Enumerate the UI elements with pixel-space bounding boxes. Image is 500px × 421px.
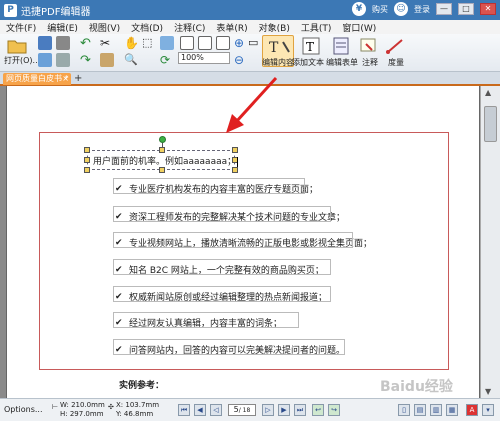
annotation-arrow-icon	[226, 76, 278, 133]
back-icon[interactable]: ↩	[312, 404, 324, 416]
y-readout: Y: 46.8mm	[116, 410, 154, 418]
height-readout: H: 297.0mm	[60, 410, 104, 418]
cursor-position-icon: ✣	[108, 403, 114, 411]
facing-view-icon[interactable]: ▥	[430, 404, 442, 416]
last-page-icon[interactable]: ⏭	[294, 404, 306, 416]
next-view-icon[interactable]: ▷	[262, 404, 274, 416]
page-total: / 18	[238, 407, 251, 414]
prev-page-icon[interactable]: ◀	[194, 404, 206, 416]
prev-view-icon[interactable]: ◁	[210, 404, 222, 416]
facing-continuous-view-icon[interactable]: ▦	[446, 404, 458, 416]
forward-icon[interactable]: ↪	[328, 404, 340, 416]
single-page-view-icon[interactable]: ▯	[398, 404, 410, 416]
width-readout: W: 210.0mm	[60, 401, 105, 409]
continuous-view-icon[interactable]: ▤	[414, 404, 426, 416]
x-readout: X: 103.7mm	[116, 401, 160, 409]
first-page-icon[interactable]: ⏮	[178, 404, 190, 416]
pdf-icon[interactable]: A	[466, 404, 478, 416]
zoom-dropdown-icon[interactable]: ▾	[482, 404, 494, 416]
page-number-input[interactable]: 5/ 18	[228, 404, 256, 416]
next-page-icon[interactable]: ▶	[278, 404, 290, 416]
watermark: Baidu经验	[380, 379, 453, 395]
ruler-icon: ⊢	[52, 403, 59, 411]
options-button[interactable]: Options...	[4, 405, 43, 414]
